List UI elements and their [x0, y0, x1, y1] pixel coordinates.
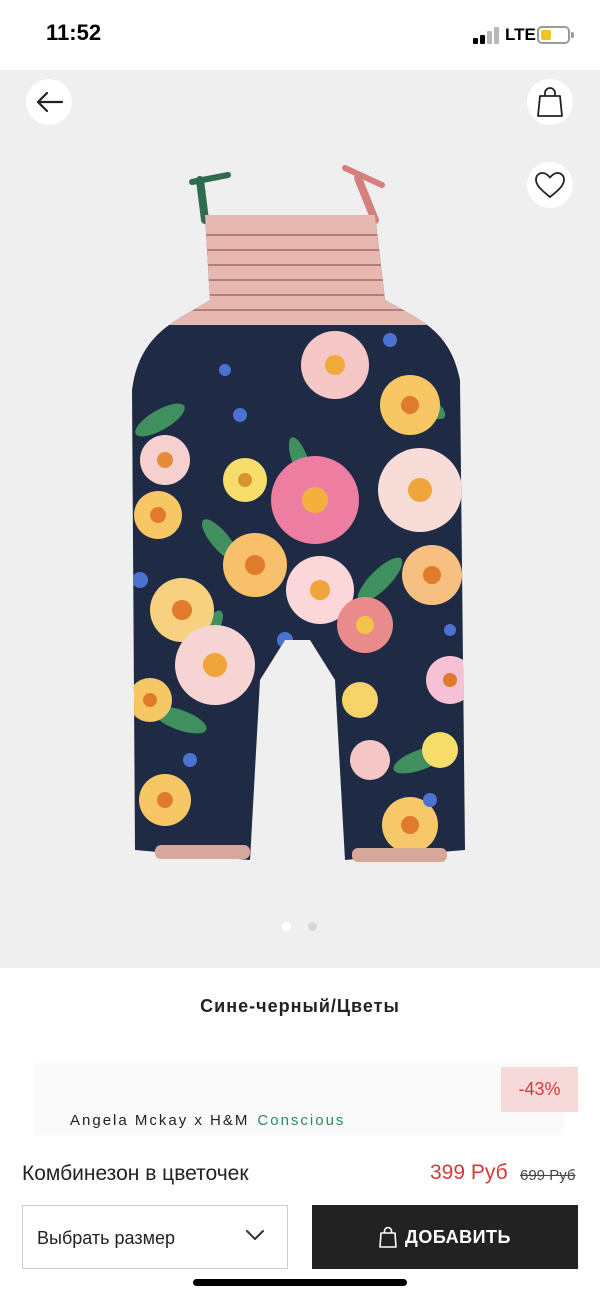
home-indicator[interactable] — [193, 1279, 407, 1286]
add-button-label: ДОБАВИТЬ — [405, 1226, 511, 1247]
product-color-name: Сине-черный/Цветы — [200, 996, 400, 1016]
chevron-down-icon — [246, 1230, 264, 1240]
arrow-left-icon — [36, 91, 64, 113]
status-bar: 11:52 LTE — [0, 0, 600, 70]
shopping-bag-button[interactable] — [527, 79, 573, 125]
brand-line: Angela Mckay x H&M Conscious — [70, 1112, 345, 1129]
brand-tag: Conscious — [257, 1112, 346, 1129]
pager-dot-active[interactable] — [282, 922, 291, 931]
shopping-bag-icon — [379, 1226, 397, 1248]
price-current: 399 Руб — [430, 1161, 508, 1184]
product-title: Комбинезон в цветочек — [22, 1162, 249, 1185]
pager-dot[interactable] — [308, 922, 317, 931]
back-button[interactable] — [26, 79, 72, 125]
price-original: 699 Руб — [520, 1167, 576, 1184]
heart-icon — [535, 172, 565, 198]
wishlist-button[interactable] — [527, 162, 573, 208]
discount-badge: -43% — [501, 1067, 578, 1112]
status-time: 11:52 — [46, 20, 102, 45]
shopping-bag-icon — [537, 87, 563, 117]
add-to-cart-button[interactable]: ДОБАВИТЬ — [312, 1205, 578, 1269]
signal-icon — [473, 27, 501, 44]
product-image[interactable] — [120, 160, 480, 880]
battery-icon — [537, 26, 574, 44]
size-select[interactable]: Выбрать размер — [22, 1205, 288, 1269]
size-select-label: Выбрать размер — [37, 1228, 175, 1248]
brand-name: Angela Mckay x H&M — [70, 1112, 250, 1129]
network-label: LTE — [505, 25, 536, 44]
